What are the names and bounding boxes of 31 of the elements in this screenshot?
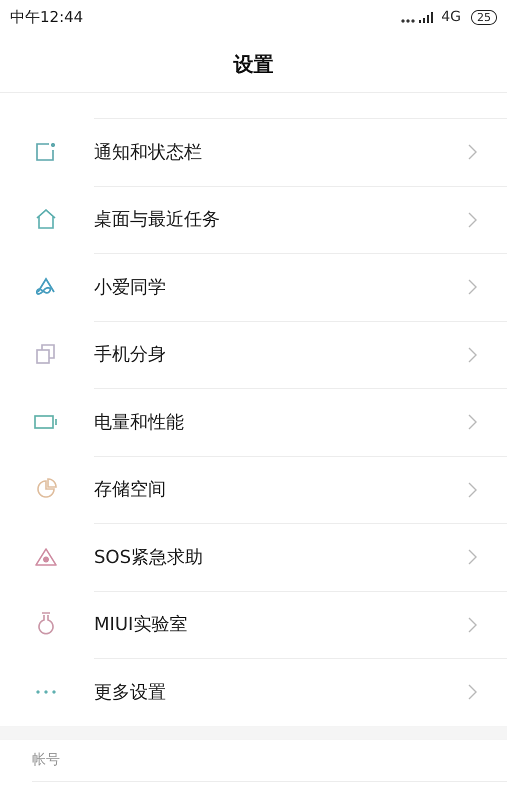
notification-icon xyxy=(35,142,57,162)
chevron-right-icon xyxy=(468,414,477,430)
chevron-right-icon xyxy=(468,279,477,296)
settings-item[interactable]: 存储空间 xyxy=(94,476,166,504)
copy-icon xyxy=(35,343,57,366)
settings-item[interactable]: SOS紧急求助 xyxy=(94,544,204,571)
home-icon xyxy=(35,209,57,230)
settings-item[interactable]: 通知和状态栏 xyxy=(94,138,202,166)
chevron-right-icon xyxy=(468,684,477,700)
more-icon xyxy=(35,688,57,695)
settings-item[interactable]: 小爱同学 xyxy=(94,274,166,301)
chevron-right-icon xyxy=(468,549,477,566)
settings-item[interactable]: MIUI实验室 xyxy=(94,611,188,638)
status-time: 中午12:44 xyxy=(10,7,84,28)
chevron-right-icon xyxy=(468,346,477,363)
pie-chart-icon xyxy=(35,478,57,500)
battery-level: 25 xyxy=(471,10,497,25)
chevron-right-icon xyxy=(468,482,477,498)
battery-icon xyxy=(34,414,58,430)
settings-item[interactable]: 更多设置 xyxy=(94,678,166,706)
flask-icon xyxy=(36,612,56,636)
chevron-right-icon xyxy=(468,616,477,633)
chevron-right-icon xyxy=(468,212,477,228)
network-type: 4G xyxy=(441,8,461,27)
chevron-right-icon xyxy=(468,144,477,160)
page-title: 设置 xyxy=(234,50,274,78)
section-header: 帐号 xyxy=(32,750,60,770)
settings-item[interactable]: 电量和性能 xyxy=(94,408,184,436)
warning-sos-icon xyxy=(34,546,58,567)
settings-item[interactable]: 桌面与最近任务 xyxy=(94,206,220,234)
settings-item[interactable]: 手机分身 xyxy=(94,341,166,368)
